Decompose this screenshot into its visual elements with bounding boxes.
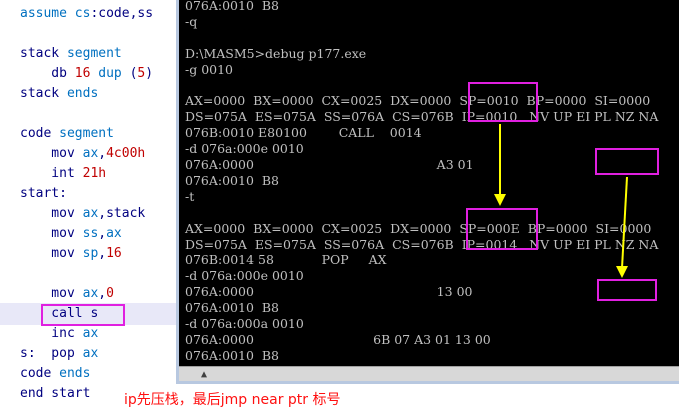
arrow-sp-head <box>494 194 506 206</box>
arrow-stack-line <box>621 176 628 269</box>
annotation-caption: ip先压栈，最后jmp near ptr 标号 <box>124 392 341 408</box>
arrow-stack-head <box>616 266 628 278</box>
annotation-arrows <box>494 124 628 278</box>
